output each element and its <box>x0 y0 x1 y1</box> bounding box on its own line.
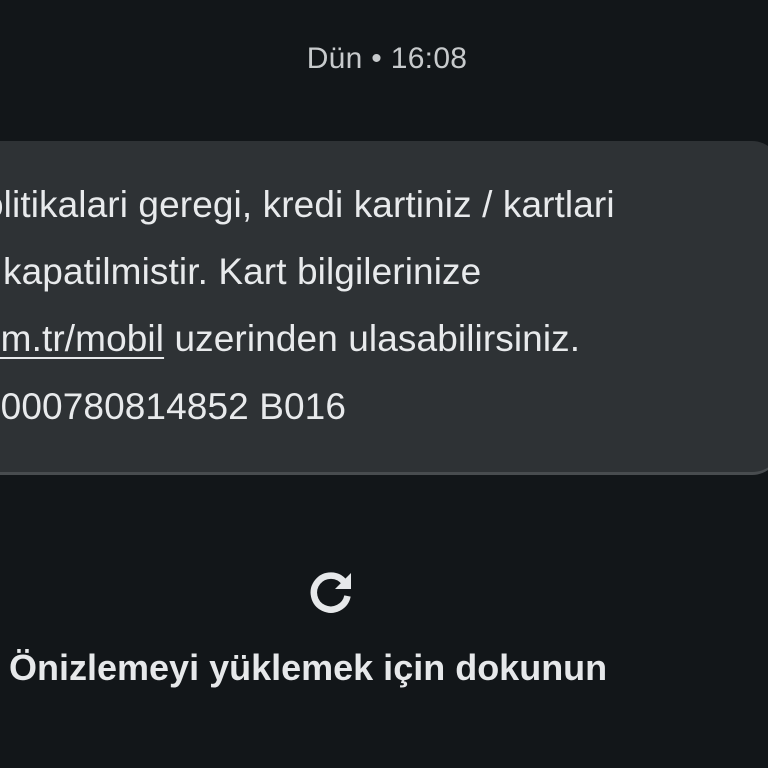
message-screen: Dün • 16:08 olitikalari geregi, kredi ka… <box>0 0 768 768</box>
load-preview-label: Önizlemeyi yüklemek için dokunun <box>9 647 608 688</box>
refresh-icon <box>310 572 351 613</box>
message-line-text: uzerinden ulasabilirsiniz. <box>164 318 581 359</box>
message-timestamp: Dün • 16:08 <box>306 42 468 75</box>
message-line: olitikalari geregi, kredi kartiniz / kar… <box>0 184 615 225</box>
load-preview-button[interactable]: Önizlemeyi yüklemek için dokunun <box>0 555 768 705</box>
message-link[interactable]: om.tr/mobil <box>0 318 164 359</box>
message-line: 9000780814852 B016 <box>0 386 347 427</box>
message-line: kapatilmistir. Kart bilgilerinize <box>3 251 482 292</box>
message-bubble[interactable]: olitikalari geregi, kredi kartiniz / kar… <box>0 141 768 475</box>
message-line: om.tr/mobil uzerinden ulasabilirsiniz. <box>0 318 580 360</box>
